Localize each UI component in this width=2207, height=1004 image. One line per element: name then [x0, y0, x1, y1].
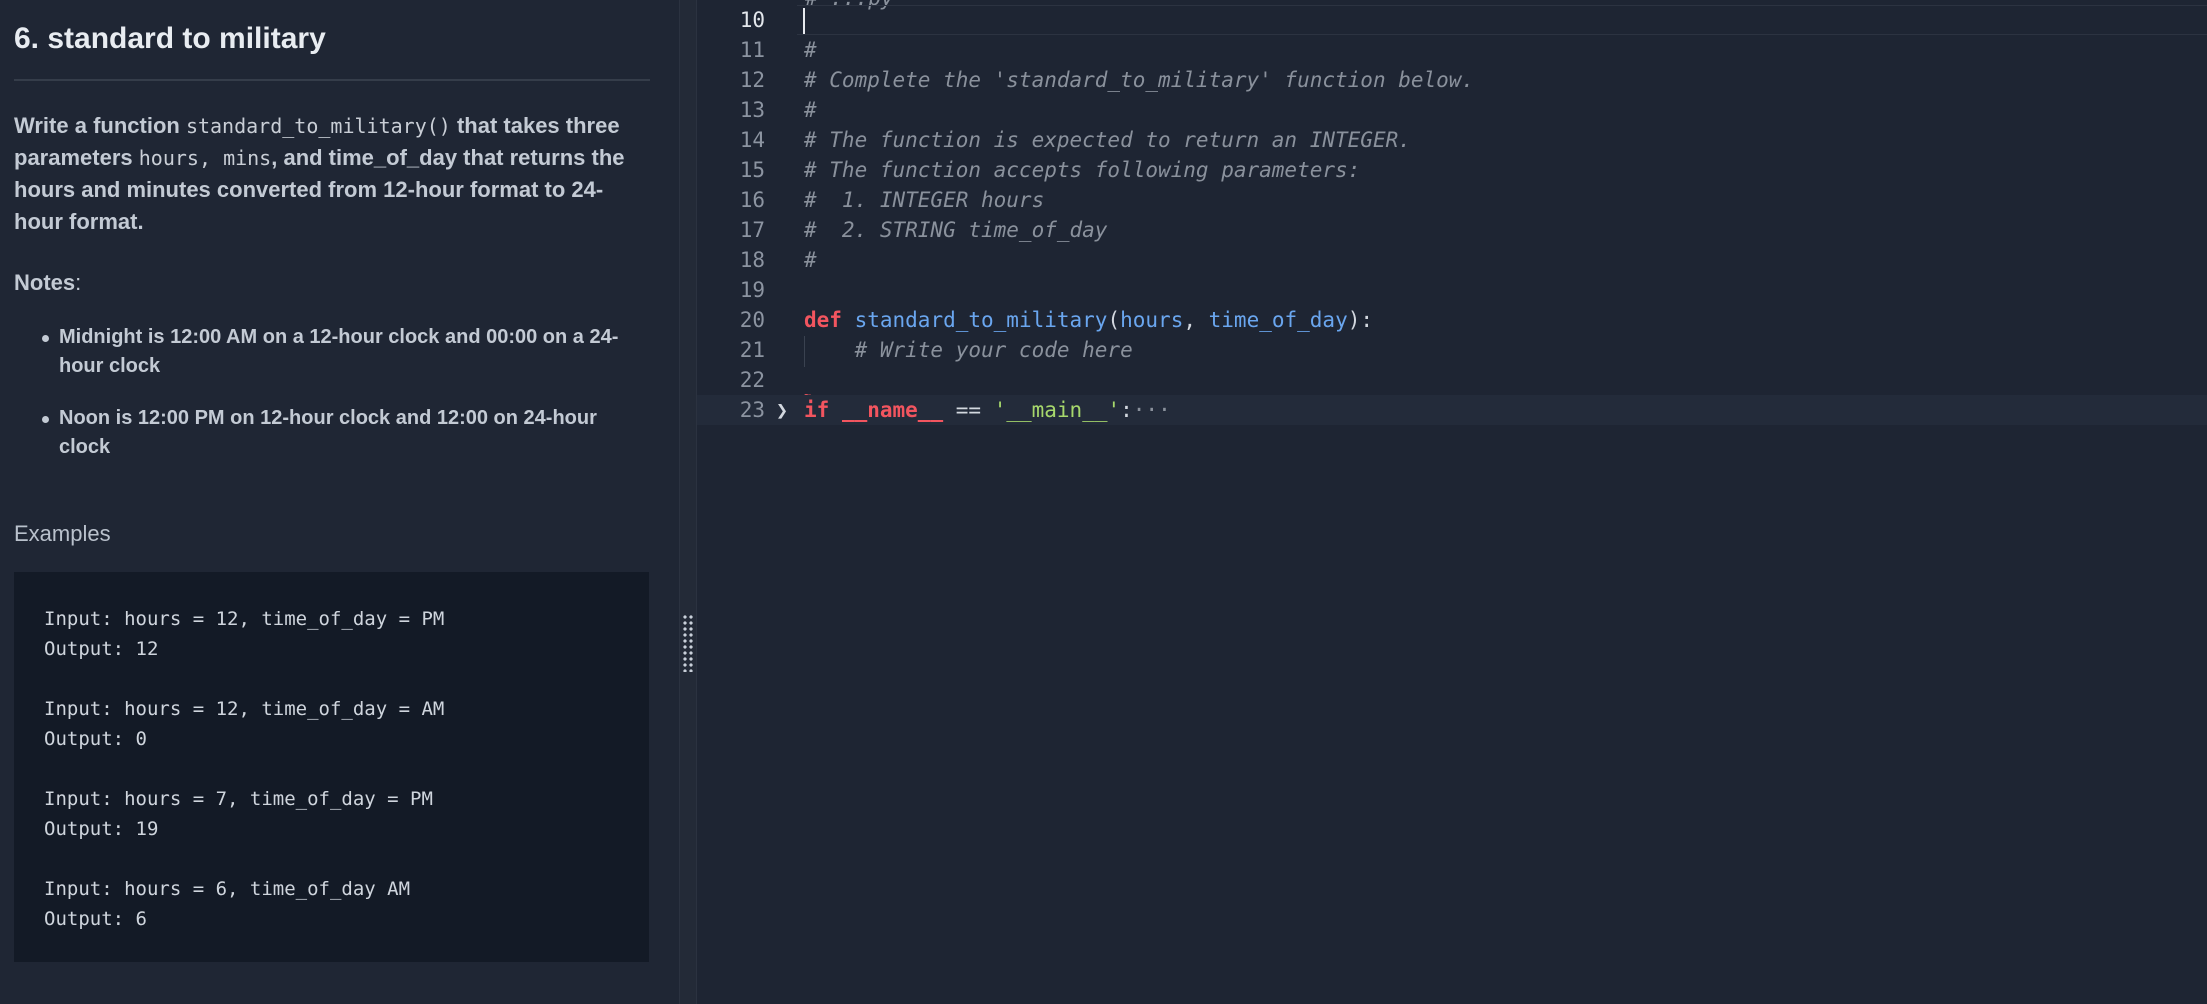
code-comment: # Write your code here	[804, 338, 1133, 362]
param-hours: hours	[1120, 308, 1184, 332]
editor-line[interactable]: 22	[697, 365, 2207, 395]
note-text: Noon is 12:00 PM on 12-hour clock and 12…	[59, 407, 597, 458]
example-item: Input: hours = 12, time_of_day = PM Outp…	[44, 604, 649, 664]
editor-line[interactable]: 17 # 2. STRING time_of_day	[697, 215, 2207, 245]
example-output: Output: 6	[44, 908, 147, 930]
desc-code-mins: mins	[223, 146, 272, 170]
desc-text-1: Write a function	[14, 113, 186, 138]
line-number: 21	[739, 338, 765, 362]
folded-ellipsis[interactable]: ···	[1133, 398, 1171, 422]
code-comment: # 2. STRING time_of_day	[804, 218, 1108, 242]
notes-list: Midnight is 12:00 AM on a 12-hour clock …	[14, 323, 650, 485]
bullet-icon	[42, 416, 49, 423]
editor-line[interactable]: 15 # The function accepts following para…	[697, 155, 2207, 185]
dunder-name: __name__	[841, 398, 944, 422]
drag-handle-icon[interactable]	[682, 614, 694, 672]
line-number: 16	[739, 188, 765, 212]
line-number: 14	[739, 128, 765, 152]
example-input: Input: hours = 12, time_of_day = PM	[44, 608, 445, 630]
code-comment: # The function is expected to return an …	[804, 128, 1411, 152]
example-output: Output: 12	[44, 638, 159, 660]
function-name: standard_to_military	[854, 308, 1108, 332]
editor-line[interactable]: 19	[697, 275, 2207, 305]
desc-code-function: standard_to_military()	[185, 114, 451, 138]
panel-resize-splitter[interactable]	[679, 0, 697, 1004]
desc-code-hours: hours	[138, 146, 199, 170]
keyword-if: if	[804, 398, 830, 422]
line-number: 22	[739, 368, 765, 392]
editor-line[interactable]: 20 def standard_to_military(hours, time_…	[697, 305, 2207, 335]
line-number: 10	[739, 8, 765, 32]
editor-line[interactable]: 14 # The function is expected to return …	[697, 125, 2207, 155]
line-number: 19	[739, 278, 765, 302]
bullet-icon	[42, 335, 49, 342]
string-main: '__main__'	[993, 398, 1121, 422]
problem-description: Write a function standard_to_military() …	[14, 110, 650, 238]
line-number: 20	[739, 308, 765, 332]
text-cursor	[803, 8, 805, 34]
line-number: 18	[739, 248, 765, 272]
problem-title: 6. standard to military	[14, 22, 326, 55]
example-input: Input: hours = 6, time_of_day AM	[44, 878, 411, 900]
operator-eq: ==	[943, 398, 994, 422]
code-editor[interactable]: # ...py 10 11 # 12 # Complete the 'stand…	[697, 0, 2207, 1004]
note-item: Noon is 12:00 PM on 12-hour clock and 12…	[14, 404, 650, 462]
code-comment: #	[804, 38, 817, 62]
example-item: Input: hours = 6, time_of_day AM Output:…	[44, 874, 649, 934]
example-item: Input: hours = 7, time_of_day = PM Outpu…	[44, 784, 649, 844]
notes-heading-colon: :	[75, 270, 82, 295]
example-item: Input: hours = 12, time_of_day = AM Outp…	[44, 694, 649, 754]
editor-line[interactable]: 13 #	[697, 95, 2207, 125]
keyword-def: def	[804, 308, 842, 332]
param-time-of-day: time_of_day	[1208, 308, 1348, 332]
example-input: Input: hours = 12, time_of_day = AM	[44, 698, 445, 720]
desc-code-sep: ,	[198, 146, 224, 170]
examples-heading: Examples	[14, 521, 111, 546]
note-item: Midnight is 12:00 AM on a 12-hour clock …	[14, 323, 650, 381]
editor-line[interactable]: 21 # Write your code here	[697, 335, 2207, 365]
note-text: Midnight is 12:00 AM on a 12-hour clock …	[59, 326, 619, 377]
code-comment: # 1. INTEGER hours	[804, 188, 1045, 212]
line-number: 13	[739, 98, 765, 122]
editor-line[interactable]: 16 # 1. INTEGER hours	[697, 185, 2207, 215]
problem-panel: 6. standard to military Write a function…	[0, 0, 679, 1004]
code-comment: # The function accepts following paramet…	[804, 158, 1361, 182]
code-function-def: def standard_to_military(hours, time_of_…	[804, 305, 1373, 335]
colon: :	[1120, 398, 1133, 422]
line-number: 11	[739, 38, 765, 62]
editor-line[interactable]: 11 #	[697, 35, 2207, 65]
code-comment: #	[804, 98, 817, 122]
line-number: 12	[739, 68, 765, 92]
notes-heading: Notes:	[14, 270, 81, 296]
code-main-guard: if __name__ == '__main__':···	[804, 395, 1171, 425]
param-separator: ,	[1183, 308, 1209, 332]
example-output: Output: 0	[44, 728, 147, 750]
line-number: 17	[739, 218, 765, 242]
code-comment: # Complete the 'standard_to_military' fu…	[804, 68, 1475, 92]
editor-line-folded[interactable]: 23 ❯ if __name__ == '__main__':···	[697, 395, 2207, 425]
paren-close: ):	[1347, 308, 1374, 332]
line-number: 23	[739, 398, 765, 422]
editor-line[interactable]: 10	[697, 5, 2207, 35]
editor-line[interactable]: 18 #	[697, 245, 2207, 275]
example-input: Input: hours = 7, time_of_day = PM	[44, 788, 433, 810]
line-number: 15	[739, 158, 765, 182]
app-root: 6. standard to military Write a function…	[0, 0, 2207, 1004]
paren-open: (	[1107, 308, 1121, 332]
example-output: Output: 19	[44, 818, 159, 840]
notes-heading-label: Notes	[14, 270, 76, 295]
editor-line[interactable]: 12 # Complete the 'standard_to_military'…	[697, 65, 2207, 95]
title-divider	[14, 79, 650, 81]
examples-code-block: Input: hours = 12, time_of_day = PM Outp…	[14, 572, 649, 962]
fold-chevron-icon[interactable]: ❯	[776, 395, 792, 425]
code-comment: #	[804, 248, 817, 272]
